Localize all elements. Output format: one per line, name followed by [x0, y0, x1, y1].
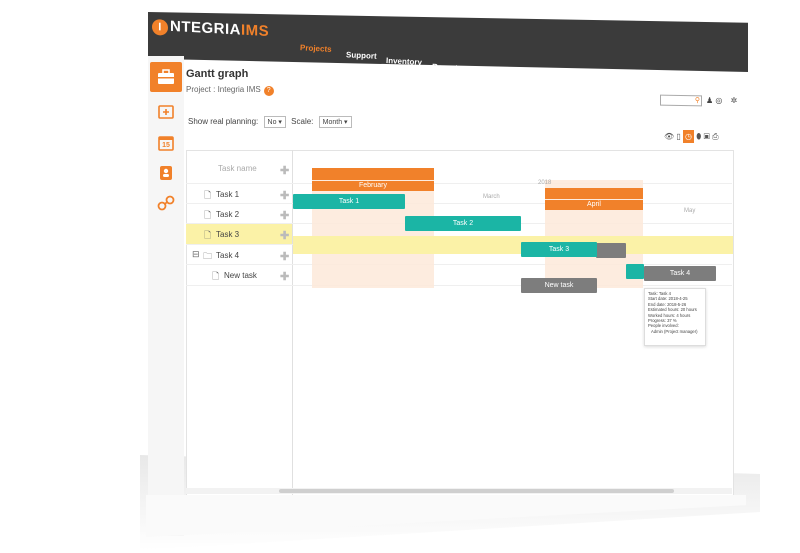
planning-controls: Show real planning: No ▾ Scale: Month ▾	[188, 116, 355, 128]
plus-box-icon	[158, 105, 174, 119]
add-subtask-icon[interactable]: ✚	[280, 229, 289, 242]
gantt-bar-task-4[interactable]: Task 4	[644, 266, 716, 281]
task-row-selected[interactable]: 🗋 Task 3	[186, 224, 292, 244]
tooltip-line: Estimated hours: 20 hours	[648, 307, 697, 313]
collapse-icon[interactable]: ⊟	[192, 249, 200, 260]
month-february: February	[312, 181, 434, 191]
nav-projects[interactable]: Projects	[300, 43, 332, 54]
breadcrumb-text[interactable]: Project : Integria IMS	[186, 85, 261, 94]
month-may: May	[684, 208, 696, 214]
scale-select[interactable]: Month ▾	[318, 116, 352, 128]
gantt-bar-task-1[interactable]: Task 1	[293, 194, 405, 209]
show-real-planning-value: No	[267, 119, 277, 126]
month-header-top	[312, 168, 434, 180]
nav-inventory[interactable]: Inventory	[386, 56, 422, 67]
people-sidebar-button[interactable]	[150, 158, 182, 188]
search-input[interactable]: ⚲	[660, 94, 702, 107]
trash-icon[interactable]: ▯	[676, 132, 680, 141]
task-tooltip: Task: Task 4 Start date: 2018-4-25 End d…	[644, 288, 706, 346]
link-sidebar-button[interactable]	[150, 188, 182, 218]
task-row[interactable]: 🗋 Task 2	[186, 204, 292, 224]
projects-sidebar-button[interactable]	[150, 62, 182, 92]
month-header-top	[545, 188, 643, 199]
row-line	[186, 285, 732, 286]
nav-reports[interactable]: Reports	[432, 62, 463, 73]
gantt-toolbar: 👁 ▯ ◷ ⬮ ▣ ⎙	[664, 130, 719, 143]
add-subtask-icon[interactable]: ✚	[280, 209, 289, 222]
task-name: New task	[224, 271, 257, 280]
document-icon: 🗋	[204, 210, 212, 220]
print-icon[interactable]: ⎙	[712, 132, 718, 141]
gantt-bar-task-3[interactable]: Task 3	[521, 242, 597, 257]
logo-badge: I	[152, 18, 168, 36]
gantt-view-icon[interactable]: ◷	[683, 130, 695, 143]
top-right-icons: ♟ ◎ ✲	[706, 96, 737, 105]
task-row[interactable]: ⊟ 🗀 Task 4	[186, 245, 292, 265]
help-icon[interactable]: ?	[263, 86, 274, 96]
task-name: Task 3	[216, 230, 240, 239]
add-subtask-icon[interactable]: ✚	[280, 270, 289, 283]
page-title: Gantt graph	[186, 68, 249, 80]
add-subtask-icon[interactable]: ✚	[280, 250, 289, 263]
show-real-planning-select[interactable]: No ▾	[263, 116, 286, 128]
task-row[interactable]: 🗋 Task 1	[186, 184, 292, 204]
year-label: 2018	[538, 180, 552, 186]
add-subtask-icon[interactable]: ✚	[280, 189, 289, 202]
nav-support[interactable]: Support	[346, 50, 377, 61]
drop-icon[interactable]: ⬮	[696, 132, 701, 141]
nav-people[interactable]: People	[510, 72, 537, 82]
scrollbar-thumb[interactable]	[279, 489, 674, 493]
logo-suffix: IMS	[241, 21, 270, 41]
users-icon[interactable]: ♟	[706, 96, 713, 105]
task-name: Task 2	[216, 210, 240, 219]
task-name: Task 4	[216, 251, 240, 260]
calendar-sidebar-button[interactable]: 15	[150, 128, 182, 158]
task-name: Task 1	[216, 190, 240, 199]
show-real-planning-label: Show real planning:	[188, 117, 259, 126]
month-april: April	[545, 200, 643, 210]
document-icon: 🗋	[204, 190, 212, 200]
calendar-day: 15	[162, 141, 170, 149]
document-icon: 🗋	[212, 271, 220, 281]
briefcase-icon	[158, 69, 174, 84]
save-icon[interactable]: ▣	[704, 132, 710, 141]
breadcrumb: Project : Integria IMS?	[186, 85, 274, 96]
document-icon: 🗋	[204, 230, 212, 240]
task-name-header: Task name	[218, 164, 257, 173]
link-icon	[157, 195, 175, 211]
eye-icon[interactable]: 👁	[664, 132, 674, 141]
gantt-bar-new-task[interactable]: New task	[521, 278, 597, 293]
gantt-bar-task-2[interactable]: Task 2	[405, 216, 521, 231]
person-icon	[160, 166, 172, 180]
tooltip-line: Admin (Project manager)	[651, 328, 698, 334]
search-icon[interactable]: ⚲	[695, 96, 700, 104]
nav-wiki[interactable]: Wiki	[550, 78, 567, 88]
add-task-icon[interactable]: ✚	[280, 164, 289, 177]
logo-prefix: NTEGRIA	[170, 17, 241, 39]
selected-row-highlight	[293, 236, 733, 254]
help-circle-icon[interactable]: ◎	[715, 96, 722, 105]
scale-value: Month	[322, 119, 343, 126]
scale-label: Scale:	[291, 117, 314, 126]
gantt-bar-task-3-remaining[interactable]	[596, 243, 626, 258]
gantt-bar-task-4-progress[interactable]	[626, 264, 644, 279]
gear-icon[interactable]: ✲	[731, 96, 738, 105]
month-march: March	[483, 194, 500, 200]
task-row[interactable]: 🗋 New task	[186, 265, 292, 285]
folder-icon: 🗀	[203, 251, 213, 261]
horizontal-scrollbar[interactable]	[186, 488, 732, 494]
add-sidebar-button[interactable]	[150, 96, 182, 126]
